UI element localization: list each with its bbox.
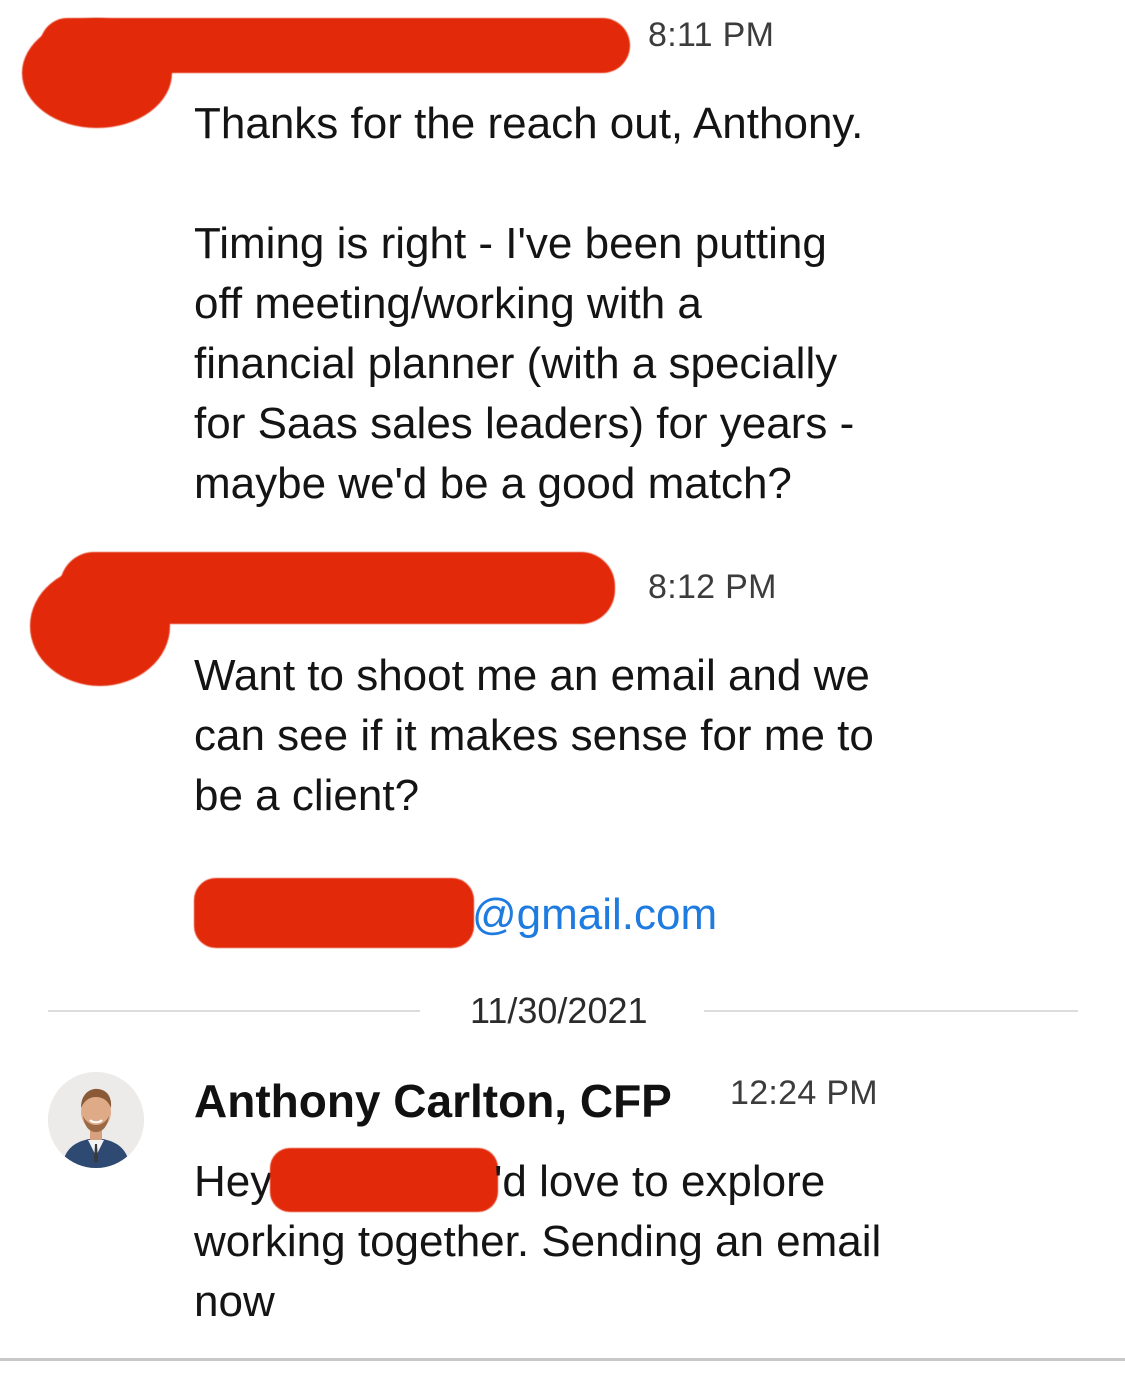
reply-text-rest: working together. Sending an email now	[194, 1217, 882, 1326]
message-time: 12:24 PM	[730, 1074, 878, 1112]
email-domain[interactable]: @gmail.com	[472, 890, 717, 940]
redacted-email-user	[194, 878, 474, 948]
redacted-sender-name	[60, 552, 615, 624]
date-divider-left-line	[48, 1010, 420, 1012]
message-text: Thanks for the reach out, Anthony. Timin…	[194, 99, 864, 508]
redacted-sender-name	[40, 18, 630, 73]
date-divider-right-line	[704, 1010, 1078, 1012]
date-divider: 11/30/2021	[470, 990, 648, 1031]
sender-name[interactable]: Anthony Carlton, CFP	[194, 1074, 672, 1128]
bottom-separator	[0, 1358, 1125, 1361]
message-time: 8:11 PM	[648, 16, 775, 54]
message-time: 8:12 PM	[648, 568, 777, 606]
person-photo-icon	[48, 1072, 144, 1168]
reply-text-start: Hey	[194, 1157, 273, 1206]
sender-avatar[interactable]	[48, 1072, 144, 1168]
redacted-recipient-name	[270, 1148, 498, 1212]
message-text: Want to shoot me an email and we can see…	[194, 651, 874, 820]
reply-text-line1-end: 'd love to explore	[494, 1157, 826, 1206]
